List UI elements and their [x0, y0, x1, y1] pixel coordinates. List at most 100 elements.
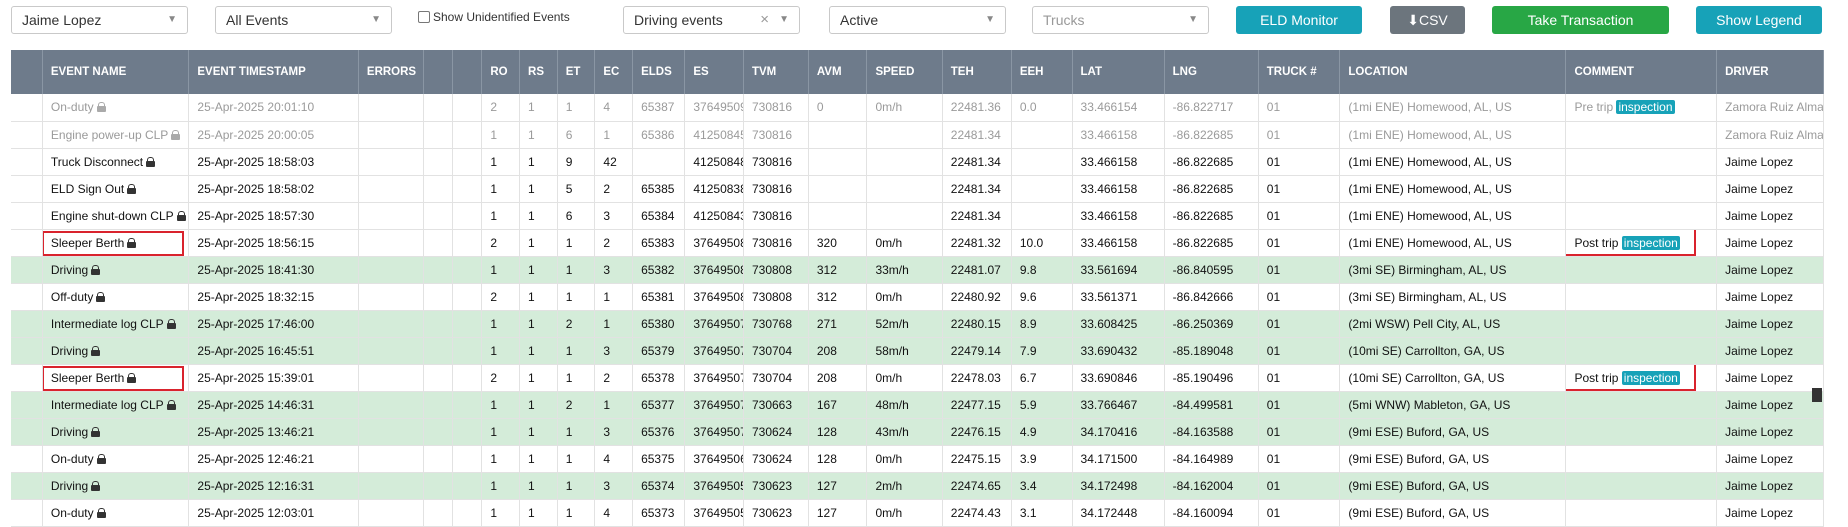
cell-es: 37649507	[684, 418, 744, 446]
table-row[interactable]: Intermediate log CLP 25-Apr-2025 14:46:31…	[11, 391, 1824, 419]
cell-ts: 25-Apr-2025 12:46:21	[188, 445, 359, 473]
column-header-elds[interactable]: ELDS	[632, 50, 686, 94]
column-header-et[interactable]: ET	[557, 50, 596, 94]
driver-select[interactable]: Jaime Lopez ▼	[11, 6, 188, 34]
cell-comment: Pre trip inspection	[1565, 94, 1718, 122]
table-row[interactable]: Intermediate log CLP 25-Apr-2025 17:46:00…	[11, 310, 1824, 338]
cell-truck: 01	[1258, 202, 1341, 230]
lock-icon	[91, 345, 101, 356]
inspection-tag[interactable]: inspection	[1616, 100, 1675, 115]
cell-speed: 43m/h	[866, 418, 943, 446]
table-row[interactable]: On-duty 25-Apr-2025 12:46:21 1 1 1 4 65375 3764…	[11, 445, 1824, 473]
column-header-driver[interactable]: DRIVER	[1716, 50, 1824, 94]
column-header-teh[interactable]: TEH	[942, 50, 1012, 94]
column-header-blank[interactable]	[423, 50, 454, 94]
table-row[interactable]: Sleeper Berth 25-Apr-2025 15:39:01 2 1 1 2 653…	[11, 364, 1824, 392]
table-row[interactable]: Off-duty 25-Apr-2025 18:32:15 2 1 1 1 65381 376…	[11, 283, 1824, 311]
eld-monitor-button[interactable]: ELD Monitor	[1236, 6, 1362, 34]
cell-eeh	[1011, 175, 1073, 203]
cell-name: Sleeper Berth	[42, 364, 190, 392]
table-body: On-duty 25-Apr-2025 20:01:10 2 1 1 4 65387 3764…	[11, 94, 1824, 527]
column-header-event-timestamp[interactable]: EVENT TIMESTAMP	[188, 50, 359, 94]
column-header-rs[interactable]: RS	[519, 50, 558, 94]
column-header-ro[interactable]: RO	[481, 50, 521, 94]
csv-label: CSV	[1418, 12, 1448, 28]
cell-tvm: 730816	[743, 202, 809, 230]
cell-truck: 01	[1258, 283, 1341, 311]
table-row[interactable]: Sleeper Berth 25-Apr-2025 18:56:15 2 1 1 2 653…	[11, 229, 1824, 257]
table-row[interactable]: On-duty 25-Apr-2025 20:01:10 2 1 1 4 65387 3764…	[11, 94, 1824, 122]
cell-lng: -84.163588	[1164, 418, 1259, 446]
column-header-lng[interactable]: LNG	[1164, 50, 1259, 94]
column-header-blank[interactable]	[452, 50, 483, 94]
cell-elds: 65383	[632, 229, 686, 257]
cell-ec: 1	[594, 310, 634, 338]
column-header-eeh[interactable]: EEH	[1011, 50, 1073, 94]
cell-teh: 22481.34	[942, 121, 1012, 149]
cell-ts: 25-Apr-2025 16:45:51	[188, 337, 359, 365]
column-header-errors[interactable]: ERRORS	[358, 50, 424, 94]
take-transaction-button[interactable]: Take Transaction	[1492, 6, 1669, 34]
cell-rs: 1	[519, 418, 558, 446]
table-row[interactable]: Engine shut-down CLP 25-Apr-2025 18:57:30…	[11, 202, 1824, 230]
column-header-speed[interactable]: SPEED	[866, 50, 943, 94]
clear-icon[interactable]: ×	[760, 7, 769, 33]
empty-cell	[358, 202, 424, 230]
empty-cell	[452, 175, 483, 203]
cell-name: Driving	[42, 472, 190, 500]
table-row[interactable]: On-duty 25-Apr-2025 12:03:01 1 1 1 4 65373 3764…	[11, 499, 1824, 527]
cell-ts: 25-Apr-2025 18:57:30	[188, 202, 359, 230]
table-row[interactable]: Driving 25-Apr-2025 12:16:31 1 1 1 3 65374 3764…	[11, 472, 1824, 500]
cell-truck: 01	[1258, 364, 1341, 392]
table-row[interactable]: Driving 25-Apr-2025 18:41:30 1 1 1 3 65382 3764…	[11, 256, 1824, 284]
event-name: Engine shut-down CLP	[50, 208, 174, 223]
csv-button[interactable]: ⬇CSV	[1390, 6, 1465, 34]
column-header-ec[interactable]: EC	[594, 50, 634, 94]
cell-lng: -84.164989	[1164, 445, 1259, 473]
inspection-tag[interactable]: inspection	[1621, 370, 1680, 385]
trucks-select[interactable]: Trucks ▼	[1032, 6, 1209, 34]
column-header-truck[interactable]: TRUCK #	[1258, 50, 1341, 94]
cell-es: 41250848	[684, 148, 744, 176]
event-type-select[interactable]: Driving events × ▼	[623, 6, 800, 34]
column-header-event-name[interactable]: EVENT NAME	[42, 50, 190, 94]
scrollbar-thumb[interactable]	[1812, 388, 1822, 402]
table-row[interactable]: Driving 25-Apr-2025 13:46:21 1 1 1 3 65376 3764…	[11, 418, 1824, 446]
table-row[interactable]: ELD Sign Out 25-Apr-2025 18:58:02 1 1 5 2 6538…	[11, 175, 1824, 203]
column-header-tvm[interactable]: TVM	[743, 50, 809, 94]
cell-es: 41250843	[684, 202, 744, 230]
show-unidentified-checkbox[interactable]: Show Unidentified Events	[418, 10, 570, 24]
column-header-lat[interactable]: LAT	[1072, 50, 1165, 94]
checkbox-box[interactable]	[418, 11, 430, 23]
empty-cell	[423, 418, 454, 446]
cell-name: Driving	[42, 337, 190, 365]
event-name: Driving	[50, 343, 89, 358]
cell-eeh: 10.0	[1011, 229, 1073, 257]
cell-truck: 01	[1258, 310, 1341, 338]
column-header-comment[interactable]: COMMENT	[1565, 50, 1718, 94]
cell-truck: 01	[1258, 337, 1341, 365]
empty-cell	[423, 499, 454, 527]
cell-name: Driving	[42, 256, 190, 284]
cell-speed: 2m/h	[866, 472, 943, 500]
table-row[interactable]: Truck Disconnect 25-Apr-2025 18:58:03 1 1 9 4…	[11, 148, 1824, 176]
cell-loc: (3mi SE) Birmingham, AL, US	[1339, 256, 1567, 284]
table-row[interactable]: Driving 25-Apr-2025 16:45:51 1 1 1 3 65379 3764…	[11, 337, 1824, 365]
empty-cell	[423, 94, 454, 122]
cell-avm: 127	[808, 472, 868, 500]
column-header-avm[interactable]: AVM	[808, 50, 868, 94]
status-select[interactable]: Active ▼	[829, 6, 1006, 34]
cell-ec: 1	[594, 283, 634, 311]
column-header-es[interactable]: ES	[684, 50, 744, 94]
cell-driver: Jaime Lopez	[1716, 283, 1824, 311]
empty-cell	[423, 391, 454, 419]
inspection-tag[interactable]: inspection	[1621, 235, 1680, 250]
show-legend-button[interactable]: Show Legend	[1696, 6, 1822, 34]
table-row[interactable]: Engine power-up CLP 25-Apr-2025 20:00:05 1…	[11, 121, 1824, 149]
event-filter-select[interactable]: All Events ▼	[215, 6, 392, 34]
cell-es: 37649509	[684, 94, 744, 122]
column-header-location[interactable]: LOCATION	[1339, 50, 1567, 94]
empty-cell	[358, 256, 424, 284]
empty-cell	[423, 310, 454, 338]
cell-tvm: 730816	[743, 121, 809, 149]
